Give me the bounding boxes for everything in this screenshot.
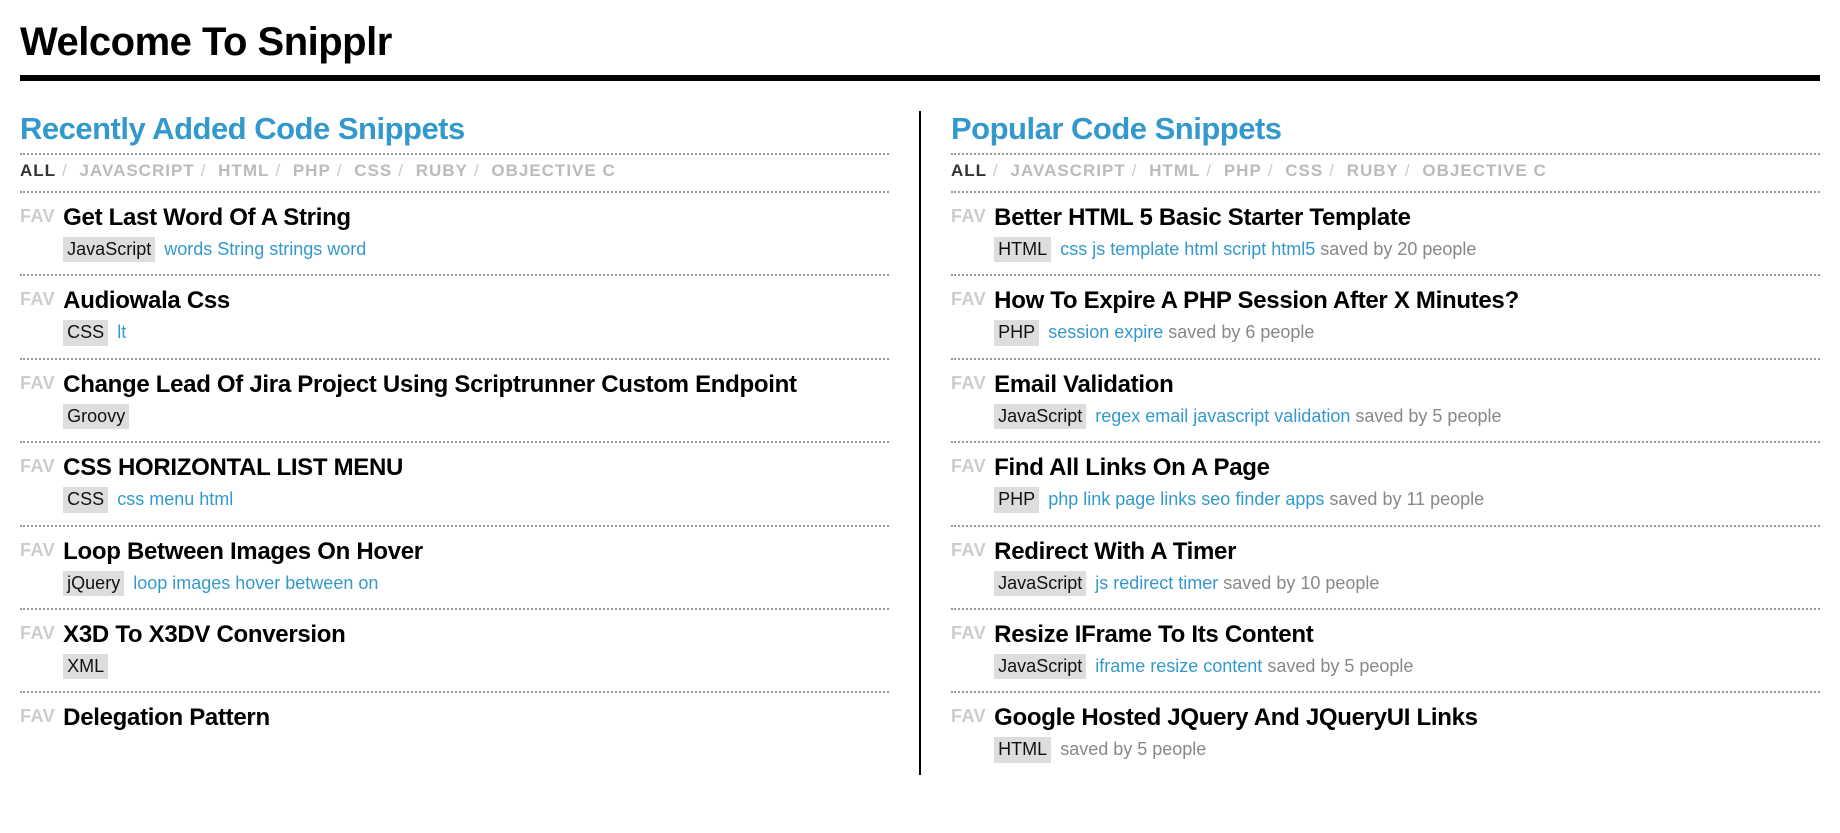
snippet-item: FAV X3D To X3DV Conversion XML (20, 610, 889, 691)
fav-button[interactable]: FAV (951, 706, 986, 727)
filter-ruby[interactable]: RUBY (1347, 161, 1399, 180)
filter-all[interactable]: ALL (20, 161, 56, 180)
saved-count: saved by 5 people (1355, 406, 1501, 426)
filter-php[interactable]: PHP (1224, 161, 1262, 180)
snippet-item: FAV Better HTML 5 Basic Starter Template… (951, 193, 1820, 274)
language-badge[interactable]: Groovy (63, 404, 129, 429)
snippet-title-link[interactable]: Resize IFrame To Its Content (994, 620, 1820, 650)
fav-button[interactable]: FAV (20, 456, 55, 477)
fav-button[interactable]: FAV (951, 540, 986, 561)
fav-button[interactable]: FAV (20, 540, 55, 561)
language-badge[interactable]: HTML (994, 737, 1051, 762)
filter-objective-c[interactable]: OBJECTIVE C (491, 161, 615, 180)
language-badge[interactable]: CSS (63, 487, 108, 512)
filter-html[interactable]: HTML (218, 161, 269, 180)
snippet-tags[interactable]: lt (117, 322, 126, 342)
fav-button[interactable]: FAV (951, 623, 986, 644)
snippet-title-link[interactable]: X3D To X3DV Conversion (63, 620, 889, 650)
filter-html[interactable]: HTML (1149, 161, 1200, 180)
snippet-title-link[interactable]: Find All Links On A Page (994, 453, 1820, 483)
recent-column: Recently Added Code Snippets ALL/ JAVASC… (20, 111, 919, 775)
saved-count: saved by 6 people (1168, 322, 1314, 342)
snippet-item: FAV Delegation Pattern (20, 693, 889, 749)
fav-button[interactable]: FAV (951, 206, 986, 227)
snippet-title-link[interactable]: CSS HORIZONTAL LIST MENU (63, 453, 889, 483)
snippet-tags[interactable]: css js template html script html5 (1060, 239, 1315, 259)
fav-button[interactable]: FAV (951, 456, 986, 477)
snippet-tags[interactable]: js redirect timer (1095, 573, 1218, 593)
filter-all[interactable]: ALL (951, 161, 987, 180)
filter-css[interactable]: CSS (354, 161, 392, 180)
snippet-title-link[interactable]: Audiowala Css (63, 286, 889, 316)
snippet-title-link[interactable]: Google Hosted JQuery And JQueryUI Links (994, 703, 1820, 733)
language-badge[interactable]: JavaScript (63, 237, 155, 262)
snippet-title-link[interactable]: Get Last Word Of A String (63, 203, 889, 233)
saved-count: saved by 5 people (1267, 656, 1413, 676)
columns: Recently Added Code Snippets ALL/ JAVASC… (20, 111, 1820, 775)
fav-button[interactable]: FAV (951, 289, 986, 310)
language-badge[interactable]: JavaScript (994, 654, 1086, 679)
saved-count: saved by 10 people (1223, 573, 1379, 593)
snippet-item: FAV Redirect With A Timer JavaScript js … (951, 527, 1820, 608)
snippet-tags[interactable]: words String strings word (164, 239, 366, 259)
snippet-tags[interactable]: iframe resize content (1095, 656, 1262, 676)
filter-objective-c[interactable]: OBJECTIVE C (1422, 161, 1546, 180)
filter-php[interactable]: PHP (293, 161, 331, 180)
language-badge[interactable]: JavaScript (994, 404, 1086, 429)
language-badge[interactable]: jQuery (63, 571, 124, 596)
header-divider (20, 75, 1820, 81)
popular-column: Popular Code Snippets ALL/ JAVASCRIPT/ H… (919, 111, 1820, 775)
filter-ruby[interactable]: RUBY (416, 161, 468, 180)
snippet-title-link[interactable]: Better HTML 5 Basic Starter Template (994, 203, 1820, 233)
snippet-item: FAV Get Last Word Of A String JavaScript… (20, 193, 889, 274)
fav-button[interactable]: FAV (20, 706, 55, 727)
recent-filter-row: ALL/ JAVASCRIPT/ HTML/ PHP/ CSS/ RUBY/ O… (20, 155, 889, 191)
snippet-tags[interactable]: regex email javascript validation (1095, 406, 1350, 426)
snippet-item: FAV Loop Between Images On Hover jQuery … (20, 527, 889, 608)
filter-javascript[interactable]: JAVASCRIPT (1011, 161, 1126, 180)
popular-section-title: Popular Code Snippets (951, 111, 1820, 147)
fav-button[interactable]: FAV (20, 289, 55, 310)
snippet-title-link[interactable]: Loop Between Images On Hover (63, 537, 889, 567)
language-badge[interactable]: PHP (994, 320, 1039, 345)
snippet-item: FAV Find All Links On A Page PHP php lin… (951, 443, 1820, 524)
snippet-item: FAV CSS HORIZONTAL LIST MENU CSS css men… (20, 443, 889, 524)
page-title: Welcome To Snipplr (20, 20, 1820, 65)
saved-count: saved by 5 people (1060, 739, 1206, 759)
fav-button[interactable]: FAV (20, 623, 55, 644)
snippet-title-link[interactable]: Change Lead Of Jira Project Using Script… (63, 370, 889, 400)
popular-filter-row: ALL/ JAVASCRIPT/ HTML/ PHP/ CSS/ RUBY/ O… (951, 155, 1820, 191)
fav-button[interactable]: FAV (20, 206, 55, 227)
fav-button[interactable]: FAV (20, 373, 55, 394)
filter-javascript[interactable]: JAVASCRIPT (80, 161, 195, 180)
snippet-item: FAV Audiowala Css CSS lt (20, 276, 889, 357)
language-badge[interactable]: HTML (994, 237, 1051, 262)
language-badge[interactable]: XML (63, 654, 108, 679)
recent-section-title: Recently Added Code Snippets (20, 111, 889, 147)
snippet-tags[interactable]: session expire (1048, 322, 1163, 342)
snippet-title-link[interactable]: Delegation Pattern (63, 703, 889, 733)
snippet-item: FAV Resize IFrame To Its Content JavaScr… (951, 610, 1820, 691)
saved-count: saved by 11 people (1329, 489, 1484, 509)
snippet-title-link[interactable]: Redirect With A Timer (994, 537, 1820, 567)
language-badge[interactable]: JavaScript (994, 571, 1086, 596)
snippet-item: FAV Email Validation JavaScript regex em… (951, 360, 1820, 441)
snippet-item: FAV How To Expire A PHP Session After X … (951, 276, 1820, 357)
snippet-tags[interactable]: php link page links seo finder apps (1048, 489, 1324, 509)
filter-css[interactable]: CSS (1285, 161, 1323, 180)
snippet-item: FAV Change Lead Of Jira Project Using Sc… (20, 360, 889, 441)
snippet-tags[interactable]: css menu html (117, 489, 233, 509)
snippet-tags[interactable]: loop images hover between on (133, 573, 378, 593)
fav-button[interactable]: FAV (951, 373, 986, 394)
language-badge[interactable]: CSS (63, 320, 108, 345)
snippet-item: FAV Google Hosted JQuery And JQueryUI Li… (951, 693, 1820, 774)
language-badge[interactable]: PHP (994, 487, 1039, 512)
snippet-title-link[interactable]: How To Expire A PHP Session After X Minu… (994, 286, 1820, 316)
snippet-title-link[interactable]: Email Validation (994, 370, 1820, 400)
saved-count: saved by 20 people (1320, 239, 1476, 259)
